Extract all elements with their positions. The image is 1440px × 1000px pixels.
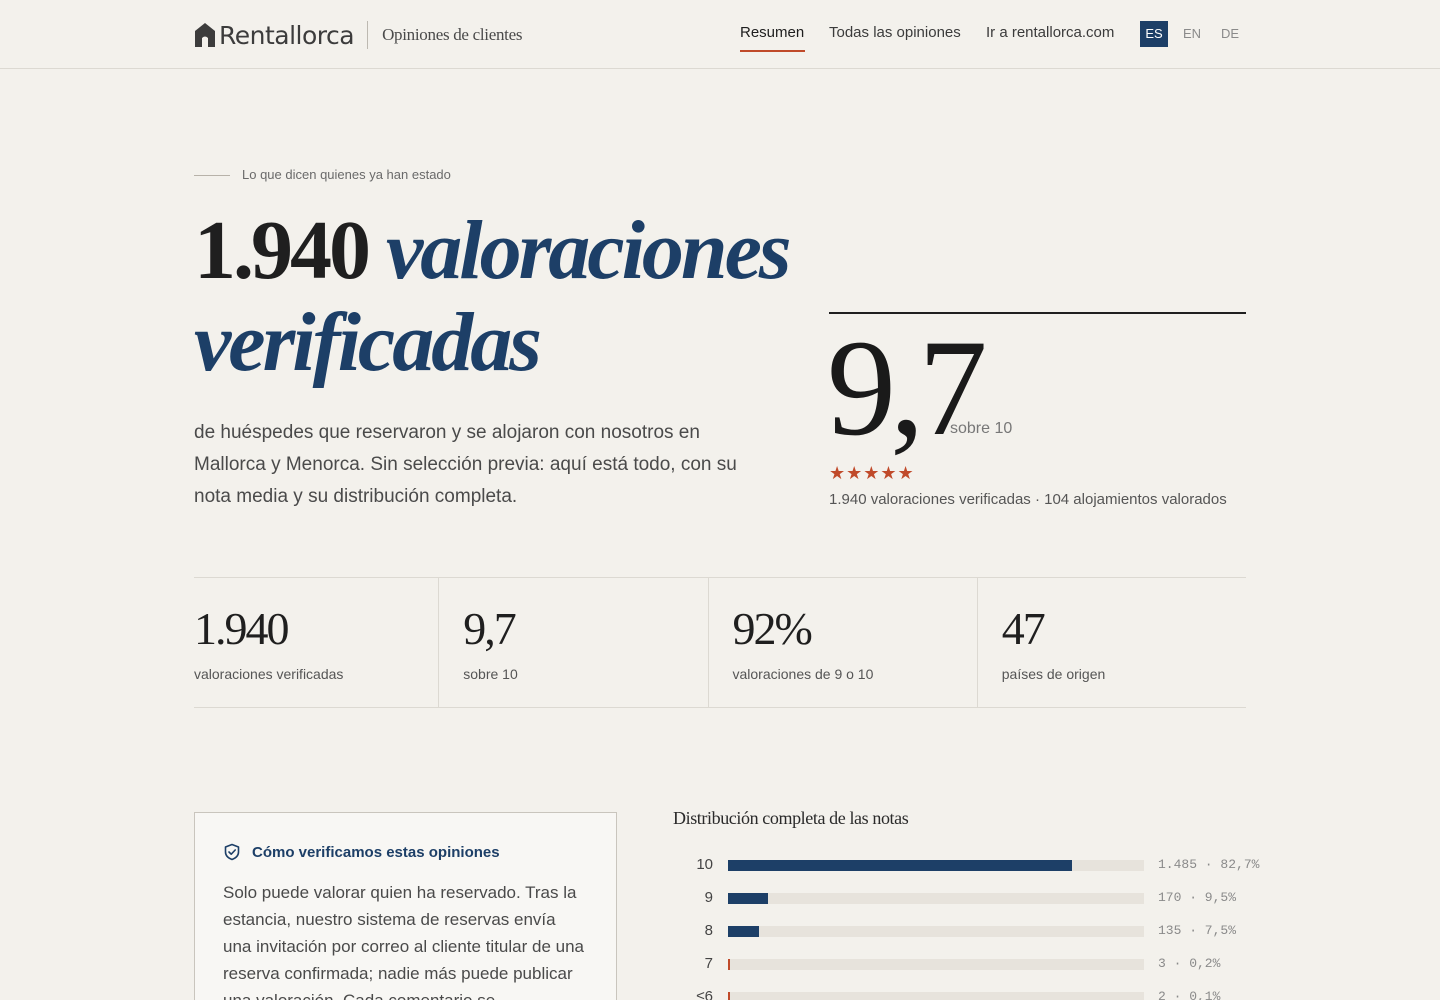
verification-title: Cómo verificamos estas opiniones (252, 843, 500, 861)
brand-name: Rentallorca (219, 20, 355, 50)
distribution-tick-label: 9 (704, 889, 713, 906)
star-rating-icon: ★★★★★ (829, 463, 915, 483)
stats-strip: 1.940 valoraciones verificadas 9,7 sobre… (194, 577, 1246, 708)
lang-es[interactable]: ES (1140, 21, 1168, 47)
distribution-title: Distribución completa de las notas (673, 808, 909, 828)
hero-lead: de huéspedes que reservaron y se alojaro… (194, 422, 737, 507)
distribution-bar (728, 992, 730, 1000)
top-bar: Rentallorca Opiniones de clientes Resume… (0, 0, 1440, 69)
distribution-row: 7 3 · 0,2% (673, 955, 1253, 975)
nav-ir-a-rentallorca[interactable]: Ir a rentallorca.com (986, 24, 1114, 41)
hero-title: 1.940 valoraciones verificadas (194, 205, 814, 389)
stat-value: 1.940 (194, 603, 290, 654)
score-meta: 1.940 valoraciones verificadas · 104 alo… (829, 491, 1227, 508)
distribution-tick-label: 8 (704, 922, 713, 939)
distribution-bar (728, 893, 768, 904)
distribution-row: 8 135 · 7,5% (673, 922, 1253, 942)
distribution-bar (728, 959, 730, 970)
stat-label: valoraciones de 9 o 10 (732, 666, 874, 682)
distribution-tick-label: ≤6 (696, 988, 713, 1000)
distribution-data-label: 2 · 0,1% (1158, 989, 1221, 1000)
distribution-row: ≤6 2 · 0,1% (673, 988, 1253, 1000)
distribution-data-label: 1.485 · 82,7% (1158, 857, 1260, 872)
distribution-track (728, 959, 1144, 970)
stat-score: 9,7 sobre 10 (439, 578, 709, 707)
nav-active-indicator (740, 50, 805, 52)
score-over: sobre 10 (950, 420, 1013, 437)
distribution-track (728, 992, 1144, 1000)
stat-label: valoraciones verificadas (194, 666, 344, 682)
distribution-bar (728, 860, 1073, 871)
distribution-track (728, 926, 1144, 937)
distribution-data-label: 170 · 9,5% (1158, 890, 1237, 905)
stat-countries: 47 países de origen (978, 578, 1246, 707)
brand-divider (367, 21, 369, 49)
distribution-track (728, 893, 1144, 904)
distribution-bar (728, 926, 760, 937)
lang-de[interactable]: DE (1216, 21, 1244, 47)
distribution-row: 10 1.485 · 82,7% (673, 856, 1259, 876)
verification-header: Cómo verificamos estas opiniones (223, 843, 588, 861)
house-logo-icon (195, 23, 215, 47)
distribution-data-label: 135 · 7,5% (1158, 923, 1237, 938)
verification-card: Cómo verificamos estas opiniones Solo pu… (194, 812, 617, 1000)
distribution-data-label: 3 · 0,2% (1158, 956, 1221, 971)
nav-resumen[interactable]: Resumen (740, 24, 804, 41)
verification-text: Solo puede valorar quien ha reservado. T… (223, 883, 584, 1000)
lang-en[interactable]: EN (1178, 21, 1206, 47)
stat-value: 9,7 (463, 603, 517, 654)
stat-top-ratings: 92% valoraciones de 9 o 10 (709, 578, 978, 707)
distribution-row: 9 170 · 9,5% (673, 889, 1253, 909)
distribution-track (728, 860, 1144, 871)
nav-todas-las-opiniones[interactable]: Todas las opiniones (829, 24, 961, 41)
eyebrow-text: Lo que dicen quienes ya han estado (242, 167, 451, 182)
stat-label: sobre 10 (463, 666, 518, 682)
distribution-tick-label: 10 (696, 856, 713, 873)
stat-reviews: 1.940 valoraciones verificadas (194, 578, 440, 707)
brand[interactable]: Rentallorca Opiniones de clientes (194, 18, 522, 52)
stat-value: 47 (1001, 603, 1046, 654)
distribution-tick-label: 7 (704, 955, 713, 972)
shield-check-icon (224, 843, 240, 861)
eyebrow-rule (194, 175, 230, 176)
stat-label: países de origen (1001, 666, 1106, 682)
brand-subtitle: Opiniones de clientes (382, 25, 523, 44)
hero-title-number: 1.940 (194, 204, 371, 297)
stat-value: 92% (732, 603, 813, 654)
